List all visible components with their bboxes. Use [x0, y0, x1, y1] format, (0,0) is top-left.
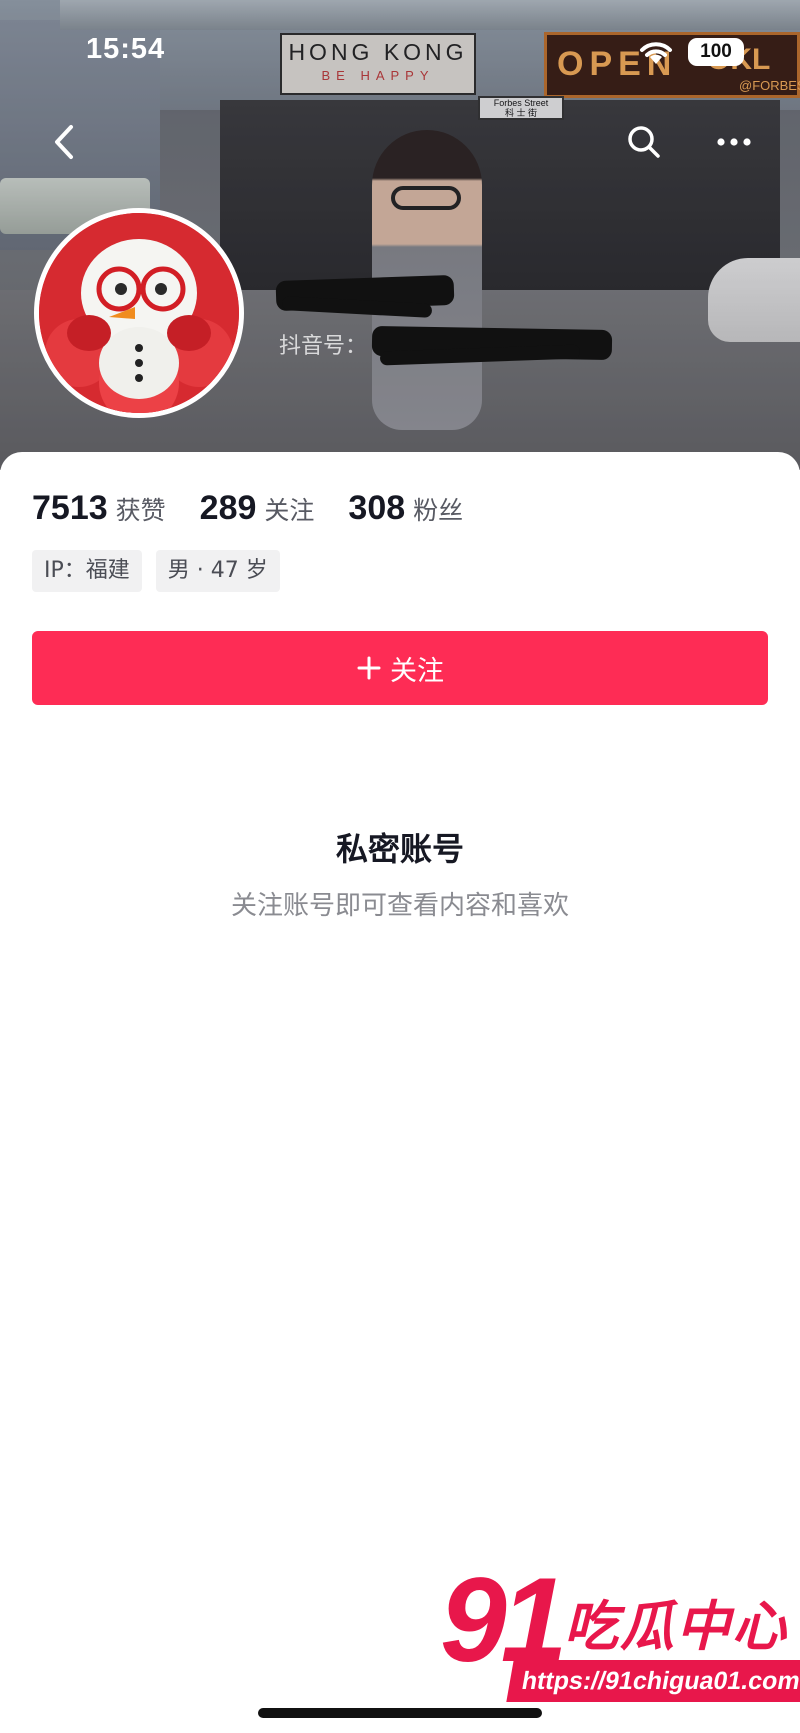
follow-button-label: 关注: [390, 655, 444, 687]
private-account-title: 私密账号: [335, 830, 464, 868]
search-icon: [628, 126, 660, 158]
more-button[interactable]: [710, 118, 758, 166]
profile-tags: IP：福建 男 · 47 岁: [32, 550, 294, 592]
plus-icon: [357, 656, 381, 680]
watermark-logo: 91 吃瓜中心 https://91chigua01.com: [440, 1560, 800, 1710]
status-time: 15:54: [86, 33, 166, 65]
douyin-id-label: 抖音号：: [279, 334, 368, 359]
following-label: 关注: [264, 496, 315, 525]
followers-count: 308: [348, 489, 406, 527]
following-count: 289: [199, 489, 257, 527]
private-account-description: 关注账号即可查看内容和喜欢: [230, 891, 569, 921]
gender-age-tag: 男 · 47 岁: [155, 550, 280, 592]
profile-card: 7513 获赞 289 关注 308 粉丝 IP：福建 男 · 47 岁 关注 …: [0, 452, 800, 1733]
search-button[interactable]: [620, 118, 668, 166]
following-stat[interactable]: 289 关注: [200, 489, 315, 528]
chevron-left-icon: [55, 125, 73, 159]
home-indicator[interactable]: [258, 1708, 542, 1718]
battery-indicator: 100: [688, 38, 744, 66]
wifi-icon: [640, 42, 672, 64]
follow-button[interactable]: 关注: [32, 631, 768, 705]
watermark-name: 吃瓜中心: [564, 1595, 788, 1658]
followers-stat[interactable]: 308 粉丝: [348, 489, 463, 528]
likes-stat[interactable]: 7513 获赞: [32, 489, 166, 528]
avatar-snowman-image: [39, 213, 239, 413]
likes-label: 获赞: [115, 496, 166, 525]
more-horizontal-icon: [717, 138, 751, 146]
back-button[interactable]: [40, 118, 88, 166]
avatar[interactable]: [34, 208, 244, 418]
watermark-url: https://91chigua01.com: [506, 1660, 800, 1702]
likes-count: 7513: [32, 489, 108, 527]
followers-label: 粉丝: [413, 496, 464, 525]
ip-location-tag: IP：福建: [32, 550, 142, 592]
profile-stats: 7513 获赞 289 关注 308 粉丝: [32, 489, 497, 528]
